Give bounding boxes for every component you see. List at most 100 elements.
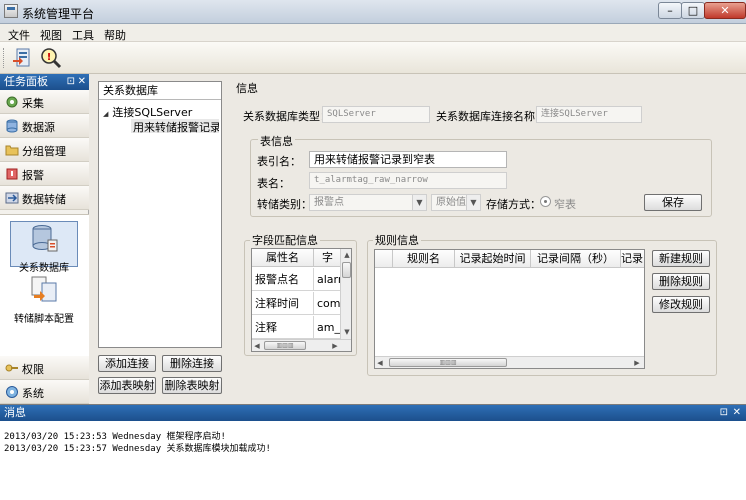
field-col-attr[interactable]: 属性名 [252, 249, 314, 267]
field-cell-value[interactable]: am_c [314, 316, 342, 339]
tree-node-table-map[interactable]: 用来转储报警记录... [131, 119, 219, 133]
menu-help[interactable]: 帮助 [104, 27, 126, 43]
task-item-permission[interactable]: 权限 [0, 356, 89, 380]
task-item-label: 报警 [22, 169, 44, 182]
add-connection-button[interactable]: 添加连接 [98, 355, 156, 372]
dump-type-value: 报警点 [314, 197, 344, 208]
dump-script-item[interactable]: 转储脚本配置 [10, 273, 78, 325]
connection-name-label: 关系数据库连接名称： [436, 110, 546, 123]
folder-icon [5, 145, 19, 156]
storage-narrow-radio[interactable] [540, 196, 551, 207]
relational-db-icon [32, 225, 58, 252]
modify-rule-button[interactable]: 修改规则 [652, 296, 710, 313]
rule-col-name[interactable]: 规则名 [393, 250, 455, 268]
field-cell-attr[interactable]: 注释 [252, 316, 314, 339]
dump-subtype-value: 原始值 [436, 197, 466, 208]
delete-connection-button[interactable]: 删除连接 [162, 355, 222, 372]
search-warning-icon[interactable]: ! [38, 46, 64, 70]
table-alias-input[interactable]: 用来转储报警记录到窄表 [309, 151, 507, 168]
rule-col-start[interactable]: 记录起始时间 [455, 250, 531, 268]
task-panel-content: 关系数据库 转储脚本配置 [0, 214, 89, 362]
scroll-thumb[interactable] [342, 262, 351, 278]
task-item-label: 数据源 [22, 121, 55, 134]
db-tree-panel: 关系数据库 ◢ 连接SQLServer 用来转储报警记录... [98, 81, 222, 348]
scroll-right-icon[interactable]: ▶ [330, 340, 340, 351]
svg-text:!: ! [47, 52, 52, 63]
task-item-label: 分组管理 [22, 145, 66, 158]
gear-icon [6, 96, 18, 108]
close-icon[interactable]: ✕ [733, 405, 741, 421]
add-table-map-button[interactable]: 添加表映射 [98, 377, 156, 394]
connection-name-field: 连接SQLServer [536, 106, 642, 123]
rule-hscroll[interactable]: ◀ ▥▥▥ ▶ [375, 356, 644, 368]
dump-script-label: 转储脚本配置 [14, 314, 74, 325]
close-icon[interactable]: ✕ [78, 74, 86, 90]
scroll-down-icon[interactable]: ▼ [341, 326, 351, 338]
rule-col-interval[interactable]: 记录间隔（秒） [531, 250, 621, 268]
field-hscroll[interactable]: ◀ ▥▥▥ ▶ [252, 339, 351, 351]
dump-type-select[interactable]: 报警点 ▼ [309, 194, 427, 211]
tree-node-label: 连接SQLServer [112, 106, 193, 119]
scroll-right-icon[interactable]: ▶ [632, 357, 642, 368]
close-button[interactable]: ✕ [704, 2, 746, 19]
task-item-group[interactable]: 分组管理 [0, 138, 89, 162]
chevron-down-icon[interactable]: ▼ [466, 195, 480, 210]
scroll-left-icon[interactable]: ◀ [252, 340, 262, 351]
connect-icon[interactable] [10, 46, 36, 70]
delete-rule-button[interactable]: 删除规则 [652, 273, 710, 290]
table-alias-label: 表引名： [257, 155, 301, 168]
toolbar: ! [0, 42, 746, 74]
rule-grid: 规则名 记录起始时间 记录间隔（秒） 记录 ◀ ▥▥▥ ▶ [374, 249, 645, 369]
toolbar-grip[interactable] [3, 48, 6, 68]
chevron-down-icon[interactable]: ▼ [412, 195, 426, 210]
info-title: 信息 [236, 82, 258, 95]
key-icon [5, 364, 18, 372]
new-rule-button[interactable]: 新建规则 [652, 250, 710, 267]
minimize-button[interactable]: – [658, 2, 682, 19]
scroll-up-icon[interactable]: ▲ [341, 249, 351, 261]
dump-subtype-select[interactable]: 原始值 ▼ [431, 194, 481, 211]
message-panel-header: 消息 ⊡ ✕ [0, 405, 746, 421]
maximize-button[interactable]: □ [681, 2, 705, 19]
task-item-system[interactable]: 系统 [0, 380, 89, 404]
field-cell-value[interactable]: com [314, 292, 342, 315]
app-icon [4, 4, 18, 18]
tree-expander[interactable]: ◢ [103, 110, 108, 118]
field-cell-attr[interactable]: 报警点名 [252, 268, 314, 291]
field-vscroll[interactable]: ▲ ▼ [340, 249, 351, 339]
message-panel-title: 消息 [4, 406, 26, 419]
pin-icon[interactable]: ⊡ [720, 405, 728, 421]
scroll-left-icon[interactable]: ◀ [375, 357, 385, 368]
system-icon [6, 386, 18, 398]
window-title: 系统管理平台 [22, 7, 95, 21]
task-item-alarm[interactable]: 报警 [0, 162, 89, 186]
task-panel-header: 任务面板 ⊡ ✕ [0, 74, 89, 90]
task-item-collect[interactable]: 采集 [0, 90, 89, 114]
title-bar: 系统管理平台 – □ ✕ [0, 0, 746, 24]
delete-table-map-button[interactable]: 删除表映射 [162, 377, 222, 394]
relational-db-item[interactable]: 关系数据库 [10, 221, 78, 274]
task-item-label: 权限 [22, 363, 44, 376]
field-cell-attr[interactable]: 注释时间 [252, 292, 314, 315]
database-icon [6, 119, 18, 133]
db-type-label: 关系数据库类型： [243, 110, 331, 123]
task-panel: 任务面板 ⊡ ✕ 采集 数据源 分组管理 报警 数据转储 关系数据库 转储脚本配… [0, 74, 89, 404]
pin-icon[interactable]: ⊡ [67, 74, 75, 90]
menu-view[interactable]: 视图 [40, 27, 62, 43]
scroll-thumb-h[interactable]: ▥▥▥ [389, 358, 507, 367]
menu-tools[interactable]: 工具 [72, 27, 94, 43]
tree-node-connection[interactable]: ◢ 连接SQLServer [103, 104, 192, 120]
task-panel-title: 任务面板 [4, 75, 48, 88]
task-item-transfer[interactable]: 数据转储 [0, 186, 89, 210]
save-button[interactable]: 保存 [644, 194, 702, 211]
field-col-field[interactable]: 字 [314, 249, 342, 267]
rule-col-record[interactable]: 记录 [621, 250, 644, 268]
storage-label: 存储方式： [486, 198, 541, 211]
field-match-grid: 属性名 字 报警点名 alarm 注释时间 com 注释 am_c ▲ ▼ ◀ … [251, 248, 352, 352]
field-cell-value[interactable]: alarm [314, 268, 342, 291]
scroll-thumb-h[interactable]: ▥▥▥ [264, 341, 306, 350]
menu-file[interactable]: 文件 [8, 27, 30, 43]
tree-header: 关系数据库 [99, 82, 221, 100]
alarm-icon [6, 168, 18, 180]
task-item-datasource[interactable]: 数据源 [0, 114, 89, 138]
